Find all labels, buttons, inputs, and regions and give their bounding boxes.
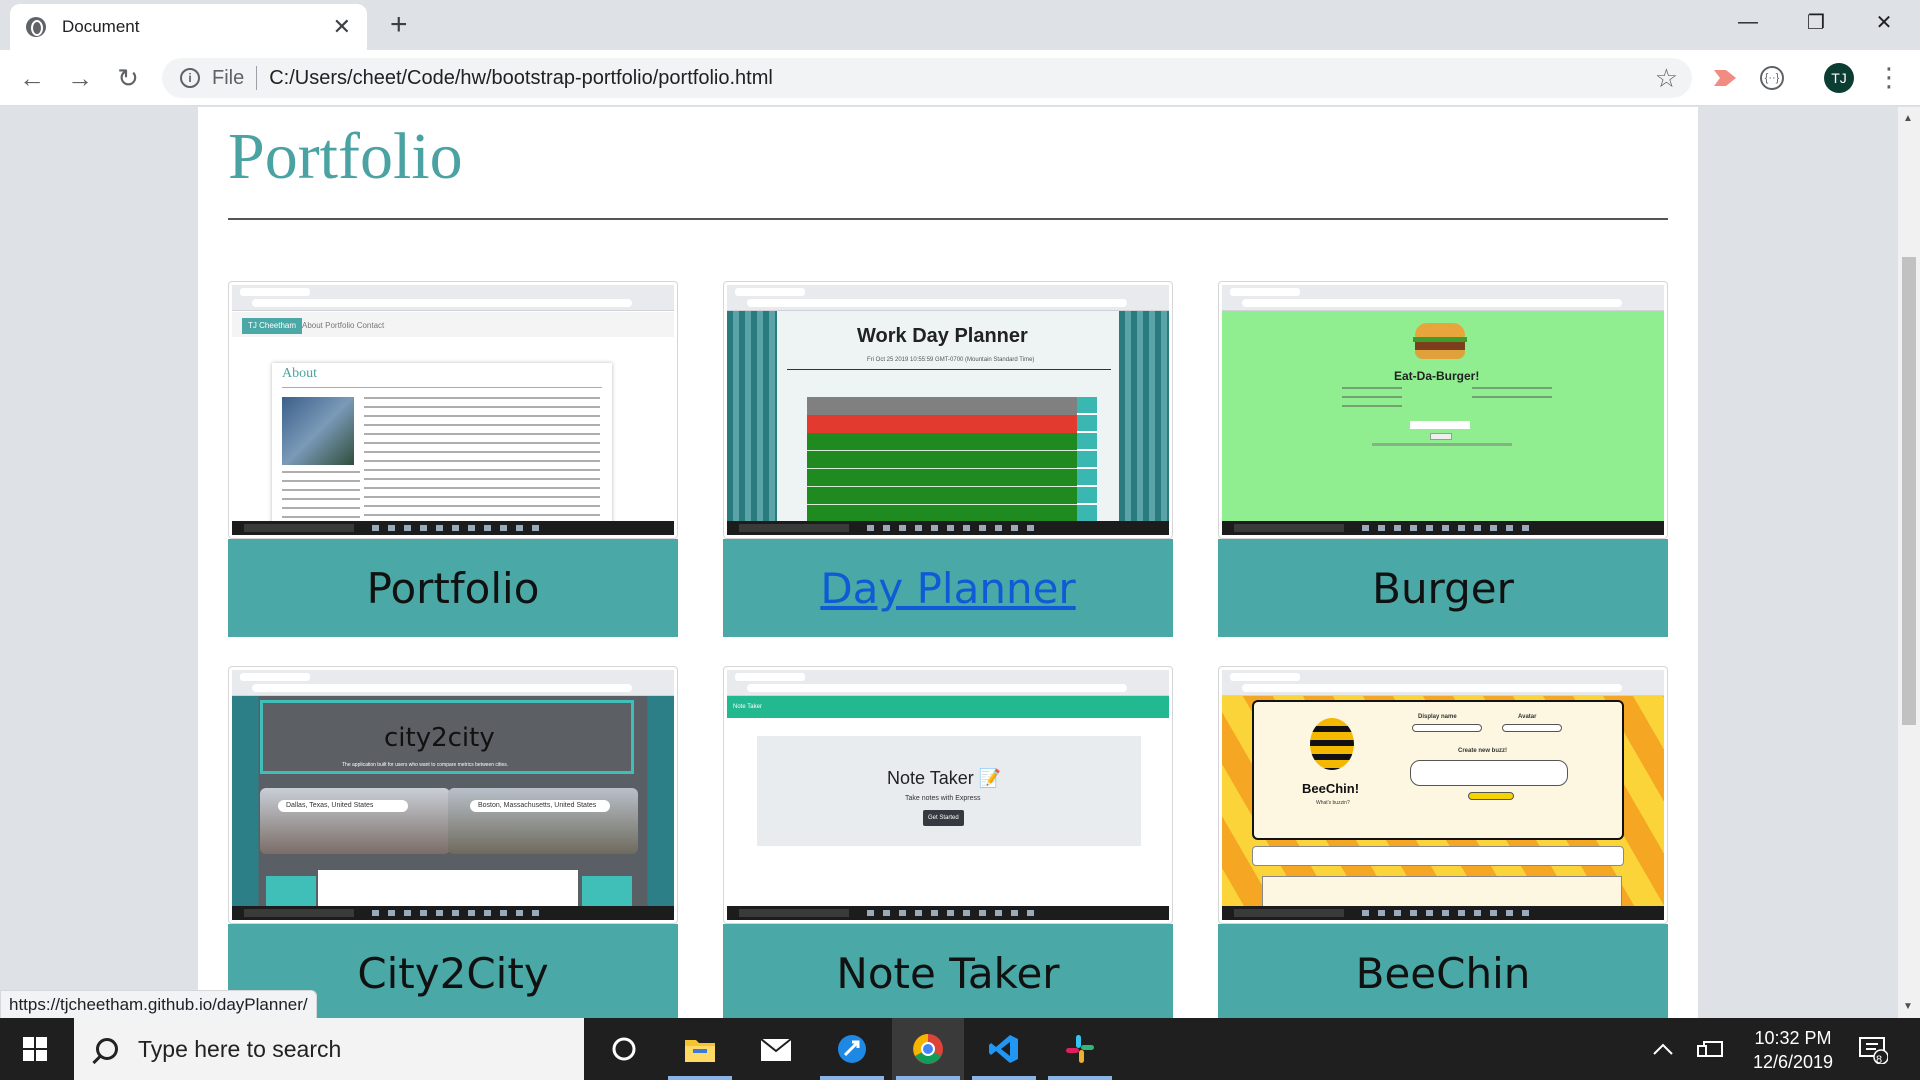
thumb-to: Boston, Massachusetts, United States [470, 800, 610, 812]
vscode-icon[interactable] [968, 1018, 1040, 1080]
address-bar[interactable]: i File C:/Users/cheet/Code/hw/bootstrap-… [162, 58, 1692, 98]
clock-date: 12/6/2019 [1752, 1052, 1834, 1072]
thumb-heading: BeeChin! [1302, 781, 1360, 796]
thumb-create: Create new buzz! [1458, 748, 1508, 754]
taskbar-clock[interactable]: 10:32 PM 12/6/2019 [1738, 1026, 1848, 1074]
project-thumbnail[interactable]: TJ Cheetham About Portfolio Contact Abou… [228, 281, 678, 539]
page-viewport: Portfolio TJ Cheetham About Portfolio Co… [0, 107, 1898, 1018]
project-label[interactable]: Burger [1218, 539, 1668, 637]
windows-taskbar: Type here to search 10:32 PM 12/6/2019 8 [0, 1018, 1920, 1080]
cast-extension-icon[interactable] [1712, 66, 1738, 90]
project-thumbnail[interactable]: Work Day Planner Fri Oct 25 2019 10:55:5… [723, 281, 1173, 539]
bookmark-star-icon[interactable]: ☆ [1655, 63, 1678, 94]
project-thumbnail[interactable]: BeeChin! What's buzzin? Display name Ava… [1218, 666, 1668, 924]
notifications-icon[interactable]: 8 [1858, 1018, 1888, 1080]
forward-button[interactable]: → [64, 62, 96, 94]
project-thumbnail[interactable]: city2city The application built for user… [228, 666, 678, 924]
thumb-heading: Work Day Planner [857, 325, 1028, 347]
thumb-avatar-label: Avatar [1518, 714, 1537, 720]
restore-button[interactable]: ❐ [1782, 0, 1850, 44]
profile-avatar[interactable]: TJ [1824, 63, 1854, 93]
globe-icon [26, 17, 46, 37]
tab-close-icon[interactable]: ✕ [333, 14, 351, 40]
page-title: Portfolio [228, 120, 463, 193]
tab-strip: Document ✕ + — ❐ ✕ [0, 0, 1920, 50]
extension-icon[interactable]: {··} [1760, 66, 1784, 90]
project-card-burger: Eat-Da-Burger! Burger [1218, 281, 1668, 637]
browser-tab[interactable]: Document ✕ [10, 4, 367, 50]
thumb-button: Get Started [923, 810, 964, 826]
project-card-beechin: BeeChin! What's buzzin? Display name Ava… [1218, 666, 1668, 1018]
reload-button[interactable]: ↻ [112, 62, 144, 94]
thumb-from: Dallas, Texas, United States [278, 800, 408, 812]
thumb-heading: Eat-Da-Burger! [1394, 369, 1480, 383]
thumb-brand: TJ Cheetham [242, 318, 303, 334]
thumb-date: Fri Oct 25 2019 10:55:59 GMT-0700 (Mount… [867, 357, 1035, 363]
project-label-link[interactable]: Day Planner [723, 539, 1173, 637]
project-card-portfolio: TJ Cheetham About Portfolio Contact Abou… [228, 281, 678, 637]
thumb-sub: Take notes with Express [905, 795, 981, 802]
thumb-display-name: Display name [1418, 714, 1457, 720]
windows-logo-icon [23, 1037, 47, 1061]
project-thumbnail[interactable]: Eat-Da-Burger! [1218, 281, 1668, 539]
thumb-heading: About [282, 366, 317, 381]
scroll-down-icon[interactable]: ▼ [1903, 1001, 1913, 1012]
remote-app-icon[interactable] [816, 1018, 888, 1080]
file-explorer-icon[interactable] [664, 1018, 736, 1080]
scrollbar-thumb[interactable] [1902, 257, 1916, 725]
project-label[interactable]: Note Taker [723, 924, 1173, 1018]
new-tab-button[interactable]: + [390, 8, 408, 42]
browser-toolbar: ← → ↻ i File C:/Users/cheet/Code/hw/boot… [0, 50, 1920, 106]
link-status-preview: https://tjcheetham.github.io/dayPlanner/ [0, 990, 317, 1018]
clock-time: 10:32 PM [1754, 1028, 1832, 1048]
search-icon [96, 1038, 118, 1060]
taskbar-search[interactable]: Type here to search [74, 1018, 584, 1080]
cortana-icon[interactable] [588, 1018, 660, 1080]
chrome-icon[interactable] [892, 1018, 964, 1080]
menu-icon[interactable]: ⋮ [1876, 62, 1902, 93]
thumb-sub: The application built for users who want… [342, 762, 509, 768]
search-placeholder: Type here to search [138, 1035, 342, 1062]
address-url[interactable]: C:/Users/cheet/Code/hw/bootstrap-portfol… [269, 67, 1654, 90]
thumb-bar: Note Taker [733, 704, 762, 710]
project-card-note-taker: Note Taker Note Taker 📝 Take notes with … [723, 666, 1173, 1018]
address-scheme: File [212, 66, 245, 89]
project-thumbnail[interactable]: Note Taker Note Taker 📝 Take notes with … [723, 666, 1173, 924]
back-button[interactable]: ← [16, 62, 48, 94]
thumb-nav: About Portfolio Contact [302, 321, 385, 330]
thumb-sub: What's buzzin? [1316, 800, 1350, 806]
address-separator [256, 66, 258, 90]
project-label[interactable]: Portfolio [228, 539, 678, 637]
scroll-up-icon[interactable]: ▲ [1903, 113, 1913, 124]
project-label[interactable]: BeeChin [1218, 924, 1668, 1018]
mail-icon[interactable] [740, 1018, 812, 1080]
minimize-button[interactable]: — [1714, 0, 1782, 44]
network-icon[interactable] [1696, 1018, 1724, 1080]
tab-title: Document [62, 17, 140, 36]
close-window-button[interactable]: ✕ [1850, 0, 1918, 44]
start-button[interactable] [0, 1018, 70, 1080]
title-divider [228, 218, 1668, 220]
project-card-city2city: city2city The application built for user… [228, 666, 678, 1018]
notification-count: 8 [1876, 1054, 1883, 1066]
info-icon[interactable]: i [180, 68, 200, 88]
project-card-day-planner: Work Day Planner Fri Oct 25 2019 10:55:5… [723, 281, 1173, 637]
page-scrollbar[interactable]: ▲ ▼ [1898, 107, 1920, 1018]
thumb-heading: city2city [384, 723, 495, 753]
slack-icon[interactable] [1044, 1018, 1116, 1080]
page-container: Portfolio TJ Cheetham About Portfolio Co… [198, 107, 1698, 1018]
show-hidden-icons[interactable] [1652, 1018, 1674, 1080]
thumb-heading: Note Taker 📝 [887, 768, 1002, 788]
